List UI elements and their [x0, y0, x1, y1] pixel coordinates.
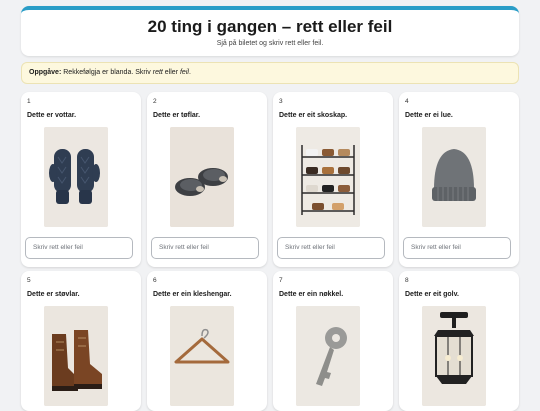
page-subtitle: Sjå på biletet og skriv rett eller feil. [216, 40, 324, 47]
card-number: 4 [405, 98, 409, 105]
shoe-rack-photo [296, 127, 360, 227]
card-number: 8 [405, 277, 409, 284]
card-number: 5 [27, 277, 31, 284]
card-sentence: Dette er ein nøkkel. [279, 291, 344, 298]
hanger-photo [170, 306, 234, 406]
card-sentence: Dette er vottar. [27, 112, 77, 119]
slippers-photo [170, 127, 234, 227]
task-instruction: Oppgåve: Rekkefølgja er blanda. Skriv re… [21, 62, 519, 84]
card-number: 2 [153, 98, 157, 105]
exercise-card: 6 Dette er ein kleshengar. [147, 271, 267, 411]
exercise-card: 8 Dette er eit golv. [399, 271, 519, 411]
task-text-end: . [188, 69, 191, 76]
exercise-card: 7 Dette er ein nøkkel. [273, 271, 393, 411]
answer-input[interactable]: Skriv rett eller feil [151, 237, 259, 259]
mittens-photo [44, 127, 108, 227]
exercise-card: 4 Dette er ei lue. Skriv rett eller feil [399, 92, 519, 267]
answer-input[interactable]: Skriv rett eller feil [25, 237, 133, 259]
exercise-card: 1 Dette er vottar. Skriv rett eller feil [21, 92, 141, 267]
card-sentence: Dette er ein kleshengar. [153, 291, 232, 298]
exercise-card: 3 Dette er eit skoskap. Skriv rett eller… [273, 92, 393, 267]
key-photo [296, 306, 360, 406]
card-sentence: Dette er støvlar. [27, 291, 80, 298]
exercise-card: 5 Dette er støvlar. [21, 271, 141, 411]
lamp-photo [422, 306, 486, 406]
task-em-wrong: feil [179, 69, 189, 76]
page-title: 20 ting i gangen – rett eller feil [147, 17, 393, 36]
beanie-photo [422, 127, 486, 227]
card-number: 6 [153, 277, 157, 284]
answer-input[interactable]: Skriv rett eller feil [403, 237, 511, 259]
exercise-card: 2 Dette er tøflar. Skriv rett eller feil [147, 92, 267, 267]
page-header: 20 ting i gangen – rett eller feil Sjå p… [21, 6, 519, 56]
card-sentence: Dette er tøflar. [153, 112, 201, 119]
card-number: 1 [27, 98, 31, 105]
task-em-right: rett [152, 69, 163, 76]
card-sentence: Dette er eit golv. [405, 291, 459, 298]
task-label: Oppgåve: [29, 69, 62, 76]
card-sentence: Dette er eit skoskap. [279, 112, 348, 119]
answer-input[interactable]: Skriv rett eller feil [277, 237, 385, 259]
boots-photo [44, 306, 108, 406]
task-text-mid: eller [162, 69, 180, 76]
card-number: 7 [279, 277, 283, 284]
card-number: 3 [279, 98, 283, 105]
task-text: Rekkefølgja er blanda. Skriv [61, 69, 153, 76]
card-sentence: Dette er ei lue. [405, 112, 453, 119]
